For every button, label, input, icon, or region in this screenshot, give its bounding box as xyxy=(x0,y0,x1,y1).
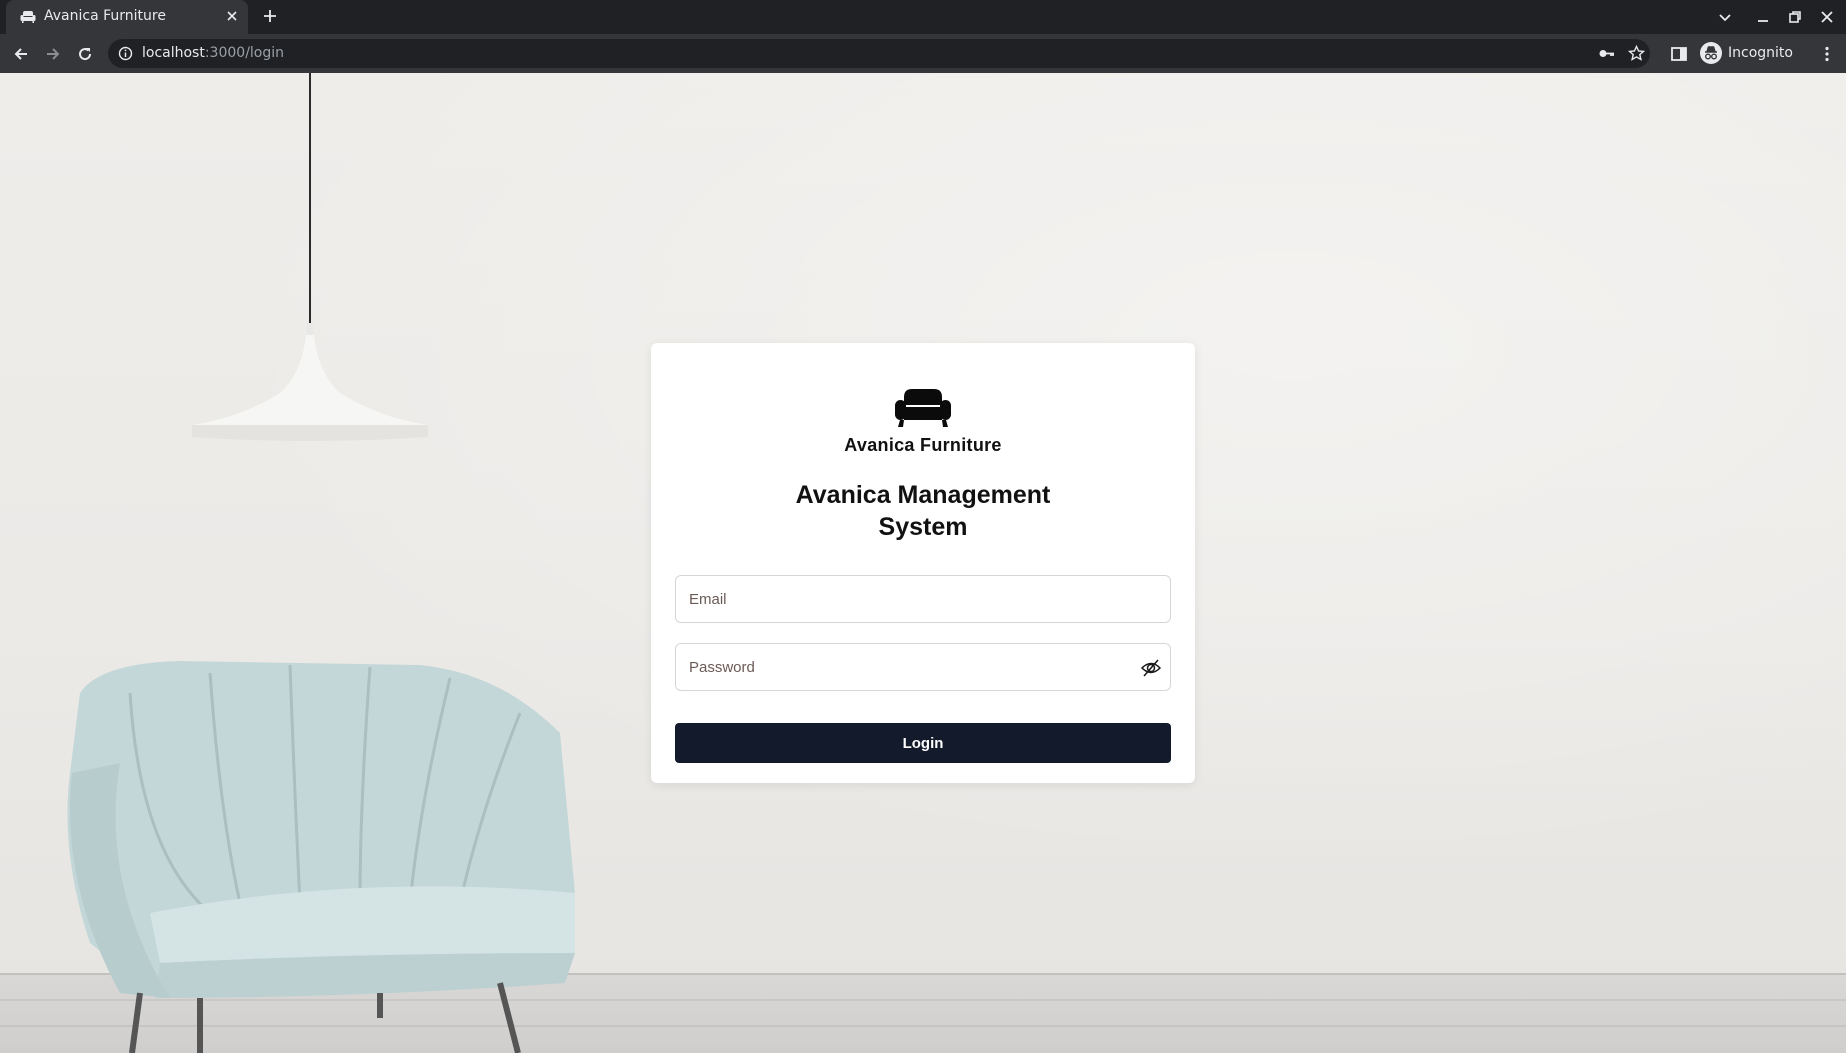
password-field[interactable] xyxy=(676,644,1170,690)
login-button[interactable]: Login xyxy=(675,723,1171,763)
back-arrow-icon[interactable] xyxy=(12,45,30,63)
sofa-logo-icon xyxy=(895,389,951,427)
restore-icon[interactable] xyxy=(1787,9,1803,25)
eye-slash-icon[interactable] xyxy=(1140,657,1162,679)
login-card: Avanica Furniture Avanica Management Sys… xyxy=(651,343,1195,783)
url-text: localhost:3000/login xyxy=(142,45,284,61)
login-page: Avanica Furniture Avanica Management Sys… xyxy=(0,73,1846,1053)
browser-toolbar: localhost:3000/login Incognito xyxy=(0,34,1846,73)
url-host: localhost xyxy=(142,45,205,61)
url-path: :3000/login xyxy=(204,45,285,61)
pendant-lamp-illustration xyxy=(192,73,428,441)
key-icon[interactable] xyxy=(1598,45,1615,62)
reload-icon[interactable] xyxy=(76,45,94,63)
browser-tab[interactable]: Avanica Furniture xyxy=(6,0,248,34)
sofa-favicon-icon xyxy=(20,11,36,23)
forward-arrow-icon[interactable] xyxy=(44,45,62,63)
side-panel-icon[interactable] xyxy=(1670,45,1688,63)
email-field-wrapper xyxy=(675,575,1171,623)
new-tab-icon[interactable] xyxy=(262,8,278,24)
armchair-illustration xyxy=(67,661,575,1053)
tab-strip: Avanica Furniture xyxy=(0,0,1846,34)
password-field-wrapper xyxy=(675,643,1171,691)
brand-name: Avanica Furniture xyxy=(844,435,1002,455)
browser-menu-icon[interactable] xyxy=(1818,45,1836,63)
address-bar[interactable]: localhost:3000/login xyxy=(108,39,1650,68)
tab-search-chevron-icon[interactable] xyxy=(1717,9,1733,25)
close-window-icon[interactable] xyxy=(1819,9,1835,25)
site-info-icon[interactable] xyxy=(118,46,133,61)
bookmark-star-icon[interactable] xyxy=(1628,45,1645,62)
close-tab-icon[interactable] xyxy=(224,8,240,24)
incognito-label: Incognito xyxy=(1728,45,1793,61)
incognito-icon xyxy=(1700,42,1722,64)
incognito-profile-button[interactable]: Incognito xyxy=(1698,39,1806,68)
email-field[interactable] xyxy=(676,576,1170,622)
tab-title: Avanica Furniture xyxy=(44,8,166,24)
minimize-icon[interactable] xyxy=(1755,9,1771,25)
page-title: Avanica Management System xyxy=(795,481,1051,541)
